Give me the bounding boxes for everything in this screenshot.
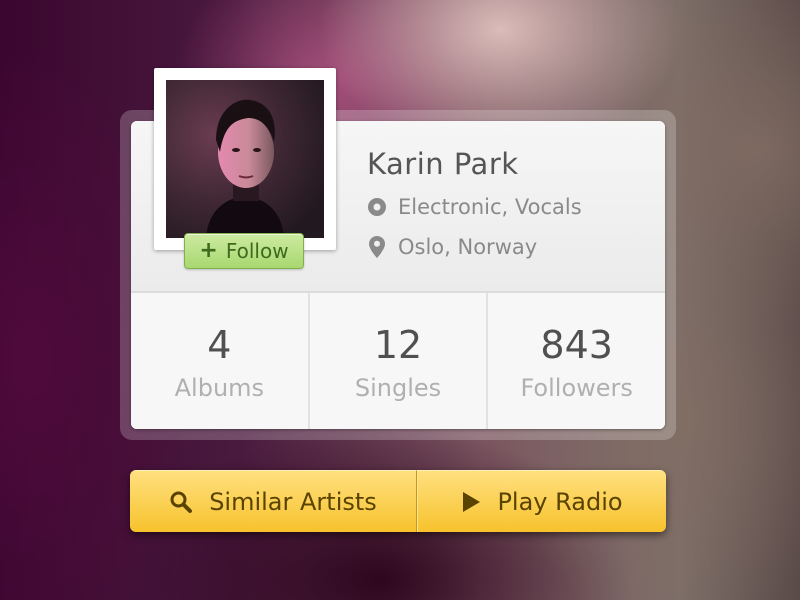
artist-photo-frame [154,68,336,250]
play-radio-button[interactable]: Play Radio [417,470,666,532]
stat-singles[interactable]: 12 Singles [309,293,489,429]
stat-albums[interactable]: 4 Albums [131,293,310,429]
plus-icon: + [199,238,218,263]
stat-label: Albums [174,374,265,402]
artist-location: Oslo, Norway [367,235,537,259]
similar-artists-button[interactable]: Similar Artists [130,470,417,532]
play-radio-label: Play Radio [497,487,623,516]
search-icon [169,490,193,514]
similar-artists-label: Similar Artists [209,487,377,516]
stat-followers[interactable]: 843 Followers [488,293,665,429]
genre-text: Electronic, Vocals [398,195,582,219]
stat-label: Followers [520,374,633,402]
artist-name: Karin Park [367,147,519,181]
artist-photo [166,80,324,238]
stat-value: 12 [373,323,423,367]
disc-icon [367,196,387,218]
artist-stats: 4 Albums 12 Singles 843 Followers [131,293,665,429]
follow-button[interactable]: + Follow [184,233,304,269]
stat-value: 4 [207,323,232,367]
play-icon [461,491,481,513]
artist-genre: Electronic, Vocals [367,195,582,219]
action-bar: Similar Artists Play Radio [130,470,666,532]
stat-value: 843 [540,323,613,367]
location-text: Oslo, Norway [398,235,538,259]
stat-label: Singles [354,374,442,402]
follow-label: Follow [225,239,289,263]
location-pin-icon [367,236,387,258]
